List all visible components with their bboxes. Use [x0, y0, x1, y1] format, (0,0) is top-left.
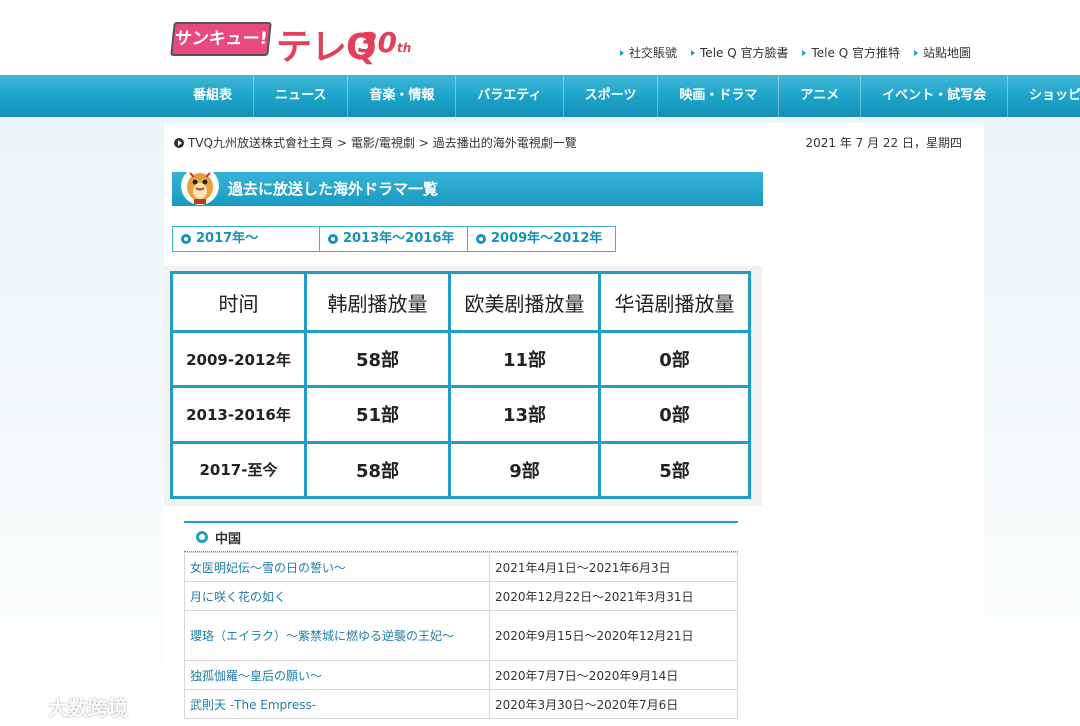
nav-item-variety[interactable]: バラエティ: [456, 75, 564, 117]
nav-item-events[interactable]: イベント・試写会: [861, 75, 1009, 117]
tab-2009-2012[interactable]: 2009年～2012年: [468, 226, 616, 252]
table-cell: 0部: [598, 329, 751, 389]
nav-item-shopping[interactable]: ショッピング: [1008, 75, 1080, 117]
circle-arrow-icon: [181, 234, 191, 244]
header-cell: 华语剧播放量: [598, 271, 751, 333]
arrow-right-icon: [913, 49, 918, 56]
breadcrumb: TVQ九州放送株式會社主頁 > 電影/電視劇 > 過去播出的海外電視劇一覽: [174, 134, 577, 151]
current-date: 2021 年 7 月 22 日，星期四: [805, 136, 962, 150]
nav-item-sports[interactable]: スポーツ: [564, 75, 659, 117]
table-row: 武則天 -The Empress- 2020年3月30日～2020年7月6日: [184, 689, 738, 719]
breadcrumb-home[interactable]: TVQ九州放送株式會社主頁: [188, 134, 333, 151]
breadcrumb-movies[interactable]: > 電影/電視劇: [337, 134, 415, 151]
header-cell: 欧美剧播放量: [448, 271, 601, 333]
main-nav: 番組表 ニュース 音楽・情報 バラエティ スポーツ 映画・ドラマ アニメ イベン…: [0, 75, 1080, 117]
table-cell: 2013-2016年: [170, 385, 307, 444]
table-cell: 9部: [448, 440, 601, 500]
broadcast-stats-table: 时间 韩剧播放量 欧美剧播放量 华语剧播放量 2009-2012年 58部 11…: [170, 271, 751, 500]
tab-2013-2016[interactable]: 2013年～2016年: [320, 226, 468, 252]
table-row: 瓔珞（エイラク）～紫禁城に燃ゆる逆襲の王妃～ 2020年9月15日～2020年1…: [184, 610, 738, 661]
nav-item-music[interactable]: 音楽・情報: [348, 75, 457, 117]
circle-icon: [196, 531, 208, 543]
drama-title-link[interactable]: 瓔珞（エイラク）～紫禁城に燃ゆる逆襲の王妃～: [184, 610, 490, 661]
nav-item-schedule[interactable]: 番組表: [172, 75, 255, 117]
site-header: サンキュー! テレQ 30th 社交賬號 Tele Q 官方臉書 Tele Q …: [0, 0, 1080, 75]
drama-period: 2020年3月30日～2020年7月6日: [489, 689, 738, 719]
site-logo[interactable]: サンキュー! テレQ 30th: [170, 18, 412, 68]
period-tabs: 2017年～ 2013年～2016年 2009年～2012年: [172, 226, 616, 252]
top-link-social[interactable]: 社交賬號: [620, 44, 677, 61]
header-cell: 韩剧播放量: [304, 271, 451, 333]
top-link-facebook[interactable]: Tele Q 官方臉書: [691, 44, 788, 61]
circle-arrow-icon: [328, 234, 338, 244]
table-cell: 13部: [448, 385, 601, 444]
circle-arrow-icon: [476, 234, 486, 244]
drama-title-link[interactable]: 月に咲く花の如く: [184, 581, 490, 611]
drama-period: 2020年12月22日～2021年3月31日: [489, 581, 738, 611]
arrow-right-icon: [691, 49, 696, 56]
nav-item-drama[interactable]: 映画・ドラマ: [658, 75, 780, 117]
table-cell: 11部: [448, 329, 601, 389]
table-row: 月に咲く花の如く 2020年12月22日～2021年3月31日: [184, 581, 738, 611]
breadcrumb-current: > 過去播出的海外電視劇一覽: [418, 136, 577, 150]
watermark: 大数跨境: [12, 692, 128, 721]
nav-item-anime[interactable]: アニメ: [779, 75, 862, 117]
drama-table: 女医明妃伝～雪の日の誓い～ 2021年4月1日～2021年6月3日 月に咲く花の…: [184, 552, 738, 719]
drama-title-link[interactable]: 独孤伽羅～皇后の願い～: [184, 660, 490, 690]
top-link-sitemap[interactable]: 站點地圖: [913, 44, 971, 61]
table-cell: 58部: [304, 440, 451, 500]
arrow-right-icon: [620, 49, 624, 56]
watermark-logo-icon: [12, 699, 41, 714]
top-links: 社交賬號 Tele Q 官方臉書 Tele Q 官方推特 站點地圖: [620, 44, 971, 61]
table-cell: 5部: [598, 440, 751, 500]
table-row: 2017-至今 58部 9部 5部: [170, 440, 751, 500]
table-cell: 58部: [304, 329, 451, 389]
drama-title-link[interactable]: 武則天 -The Empress-: [184, 689, 490, 719]
page-title: 過去に放送した海外ドラマ一覧: [172, 172, 763, 206]
table-cell: 2017-至今: [170, 440, 307, 500]
logo-badge: サンキュー!: [170, 22, 272, 56]
drama-period: 2021年4月1日～2021年6月3日: [489, 552, 738, 582]
top-link-twitter[interactable]: Tele Q 官方推特: [802, 44, 900, 61]
drama-period: 2020年9月15日～2020年12月21日: [489, 610, 738, 661]
table-cell: 2009-2012年: [170, 329, 307, 389]
drama-title-link[interactable]: 女医明妃伝～雪の日の誓い～: [184, 552, 490, 582]
logo-anniversary: 30th: [358, 26, 412, 59]
home-icon: [174, 137, 184, 148]
mascot-icon: [181, 167, 219, 205]
header-cell: 时间: [170, 271, 307, 333]
drama-period: 2020年7月7日～2020年9月14日: [489, 660, 738, 690]
table-row: 2009-2012年 58部 11部 0部: [170, 329, 751, 389]
nav-item-news[interactable]: ニュース: [254, 75, 349, 117]
table-row: 女医明妃伝～雪の日の誓い～ 2021年4月1日～2021年6月3日: [184, 552, 738, 582]
table-cell: 51部: [304, 385, 451, 444]
table-row: 独孤伽羅～皇后の願い～ 2020年7月7日～2020年9月14日: [184, 660, 738, 690]
table-row: 2013-2016年 51部 13部 0部: [170, 385, 751, 444]
table-cell: 0部: [598, 385, 751, 444]
china-heading: 中国: [184, 521, 738, 552]
arrow-right-icon: [802, 49, 807, 56]
china-drama-list: 中国 女医明妃伝～雪の日の誓い～ 2021年4月1日～2021年6月3日 月に咲…: [184, 521, 738, 719]
tab-2017[interactable]: 2017年～: [172, 226, 320, 252]
table-header-row: 时间 韩剧播放量 欧美剧播放量 华语剧播放量: [170, 271, 751, 333]
